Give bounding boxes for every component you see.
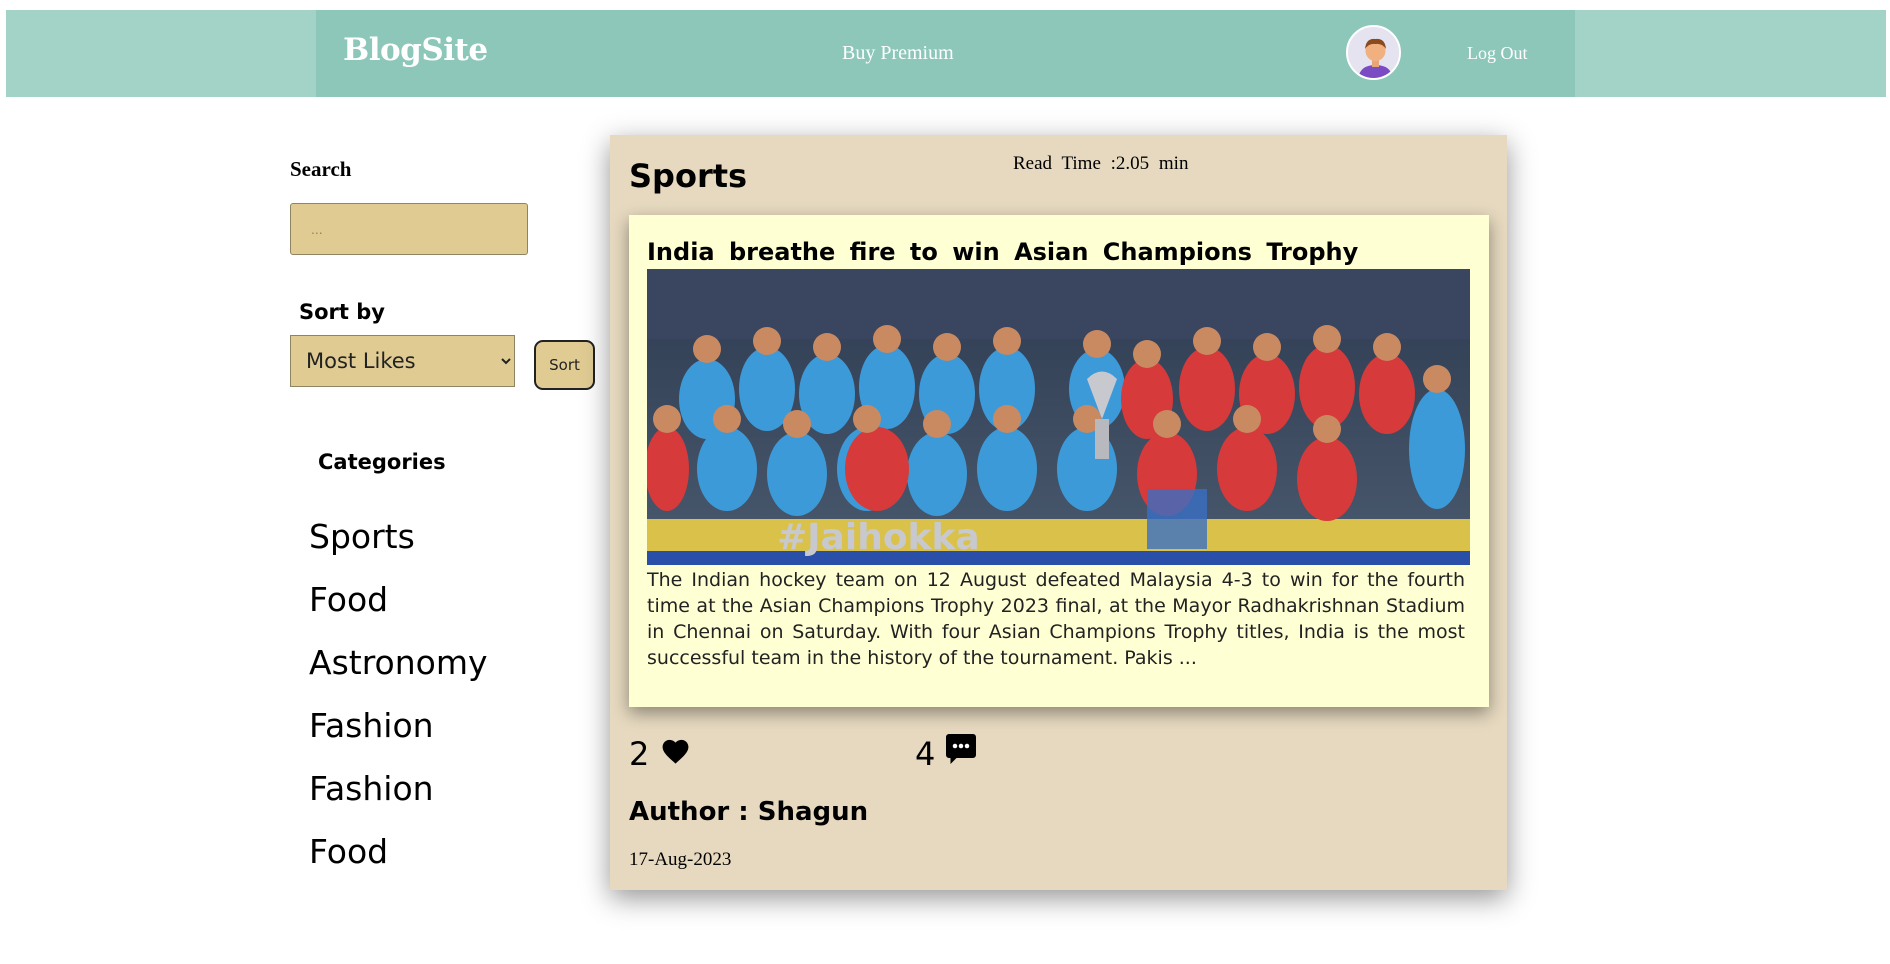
- category-item-sports[interactable]: Sports: [309, 505, 488, 568]
- post-title[interactable]: India breathe fire to win Asian Champion…: [647, 238, 1358, 266]
- category-item-food[interactable]: Food: [309, 568, 488, 631]
- user-avatar-icon[interactable]: [1346, 25, 1401, 80]
- sort-button[interactable]: Sort: [534, 340, 595, 390]
- category-item-food-2[interactable]: Food: [309, 820, 488, 883]
- post-card[interactable]: Sports Read Time :2.05 min India breathe…: [610, 135, 1507, 890]
- read-time: Read Time :2.05 min: [1013, 153, 1189, 174]
- category-item-astronomy[interactable]: Astronomy: [309, 631, 488, 694]
- post-date: 17-Aug-2023: [629, 849, 732, 870]
- sort-by-label: Sort by: [299, 300, 385, 324]
- post-content-box[interactable]: India breathe fire to win Asian Champion…: [629, 215, 1489, 707]
- post-category: Sports: [629, 157, 748, 195]
- image-caption: #Jaihokka: [777, 517, 980, 558]
- heart-icon[interactable]: [660, 736, 691, 767]
- search-input[interactable]: [290, 203, 528, 255]
- likes-count: 2: [629, 735, 650, 773]
- category-item-fashion-2[interactable]: Fashion: [309, 757, 488, 820]
- comments-count: 4: [915, 735, 936, 773]
- categories-heading: Categories: [318, 450, 446, 474]
- post-image: #Jaihokka: [647, 269, 1470, 565]
- post-author: Author : Shagun: [629, 797, 869, 827]
- logout-link[interactable]: Log Out: [1467, 43, 1528, 64]
- categories-list: Sports Food Astronomy Fashion Fashion Fo…: [309, 505, 488, 883]
- comment-bubble-icon[interactable]: [943, 731, 979, 767]
- sort-select[interactable]: Most Likes: [290, 335, 515, 387]
- buy-premium-link[interactable]: Buy Premium: [842, 42, 954, 65]
- category-item-fashion[interactable]: Fashion: [309, 694, 488, 757]
- post-excerpt: The Indian hockey team on 12 August defe…: [647, 569, 1465, 669]
- site-logo[interactable]: BlogSite: [343, 32, 488, 68]
- search-label: Search: [290, 157, 352, 181]
